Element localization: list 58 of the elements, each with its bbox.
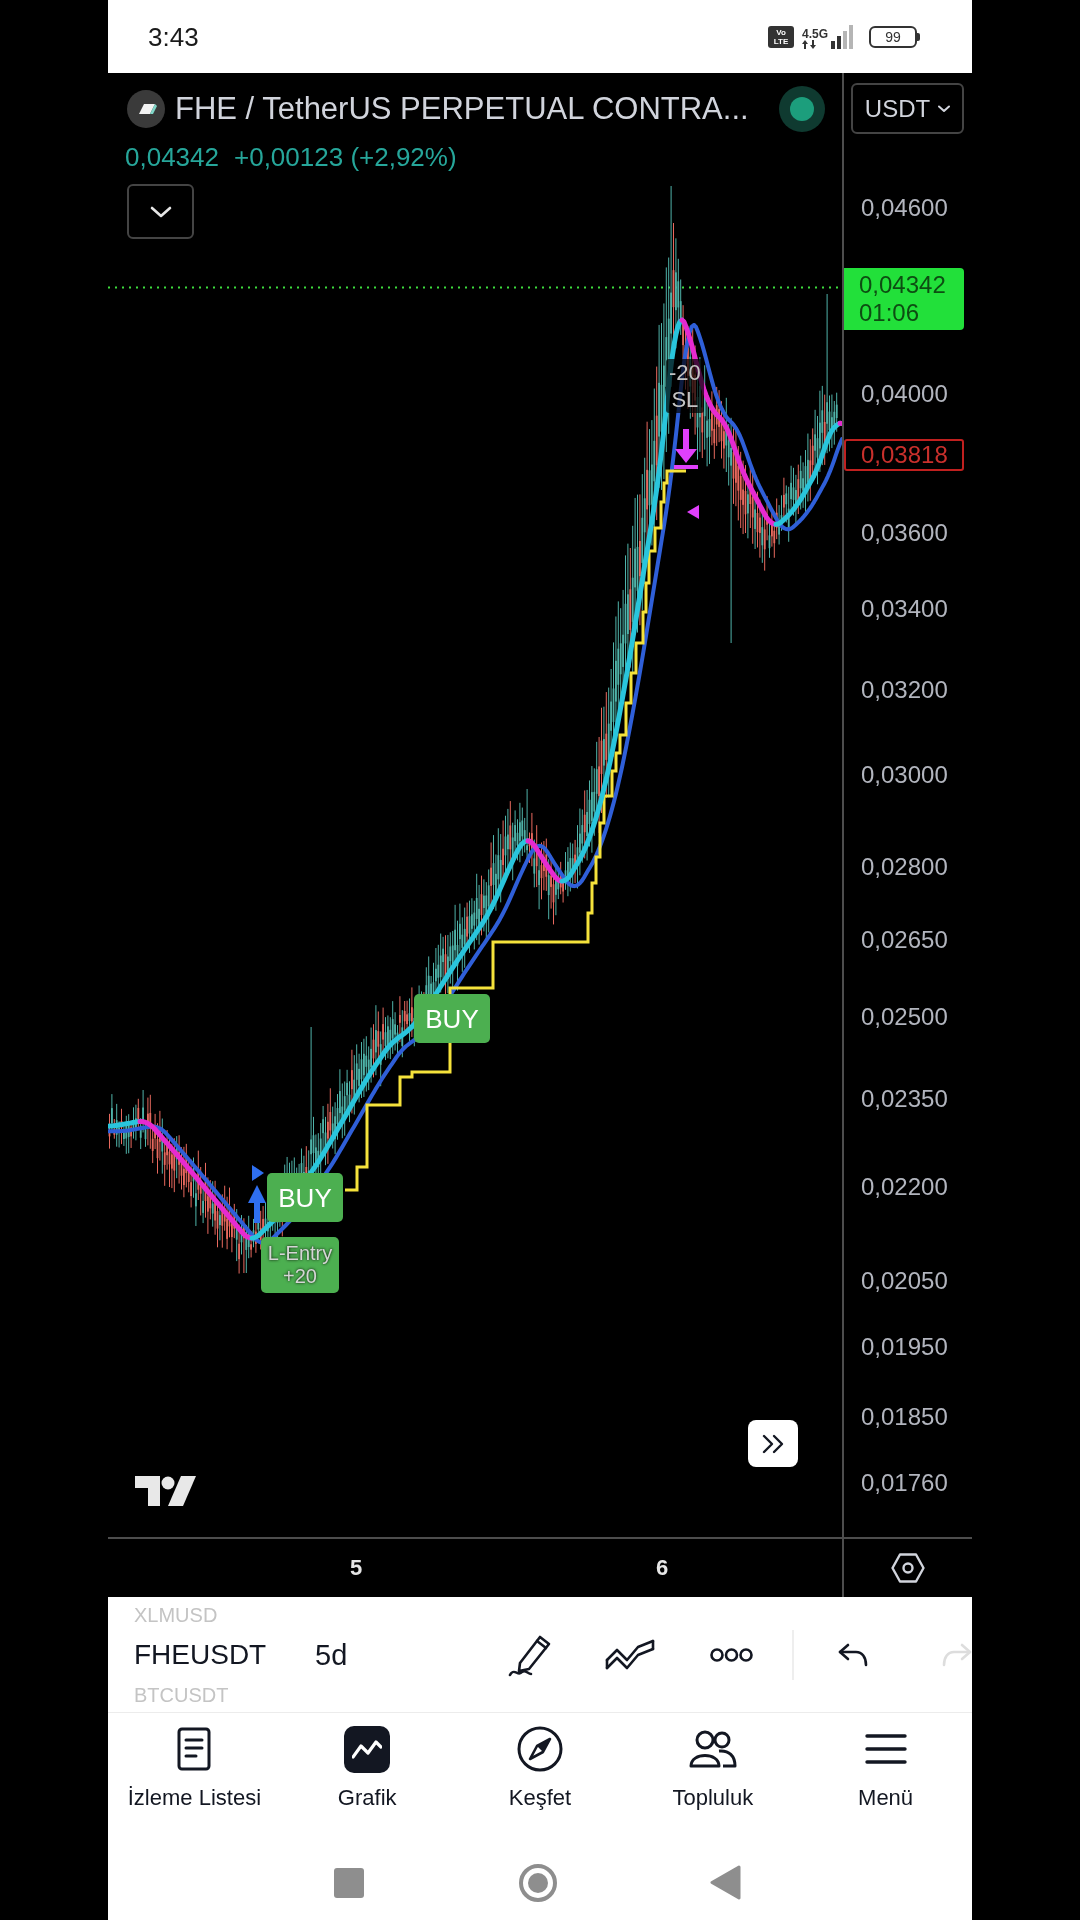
time-tick: 5 (349, 1555, 363, 1581)
nav-tab[interactable]: Topluluk (626, 1713, 800, 1845)
price-tick: 0,01760 (861, 1469, 948, 1497)
nav-tab[interactable]: Menü (799, 1713, 972, 1845)
nav-tab[interactable]: Grafik (280, 1713, 454, 1845)
network-type: 4.5G (802, 27, 828, 40)
data-arrows-icon (802, 39, 816, 49)
stop-price-tag: 0,03818 (844, 439, 964, 472)
symbol-title[interactable]: FHE / TetherUS PERPETUAL CONTRA... (175, 91, 749, 127)
price-tick: 0,03400 (861, 595, 948, 624)
price-tick: 0,02050 (861, 1266, 948, 1295)
price-tick: 0,03200 (861, 675, 948, 704)
home-icon[interactable] (519, 1863, 557, 1902)
price-tick: 0,02800 (861, 852, 948, 881)
exit-signal-label: -20 SL (666, 359, 704, 413)
recent-apps-icon[interactable] (334, 1867, 364, 1898)
entry-signal-label: L-Entry +20 (261, 1237, 339, 1293)
more-icon[interactable] (710, 1646, 753, 1663)
nav-tab[interactable]: Keşfet (453, 1713, 627, 1845)
last-price-tag: 0,04342 01:06 (844, 267, 964, 330)
buy-signal-label: BUY (414, 994, 490, 1043)
status-dot-icon (779, 86, 825, 132)
up-arrow-icon (248, 1185, 266, 1223)
back-icon[interactable] (710, 1865, 741, 1900)
symbol-option[interactable]: FHEUSDT (134, 1637, 267, 1672)
down-arrow-icon (674, 429, 698, 469)
price-tick: 0,02350 (861, 1085, 948, 1114)
price-change: +0,00123 (+2,92%) (234, 142, 457, 172)
chevron-down-icon (938, 104, 951, 113)
double-chevron-icon (762, 1433, 784, 1454)
token-logo-icon (127, 90, 165, 128)
price-tick: 0,02200 (861, 1172, 948, 1201)
price-tick: 0,03600 (861, 519, 948, 548)
settings-icon[interactable] (891, 1553, 925, 1583)
scroll-to-latest-button[interactable] (748, 1420, 798, 1467)
undo-icon[interactable] (838, 1642, 868, 1667)
logo-icon (135, 1475, 196, 1507)
nav-tab[interactable]: İzleme Listesi (108, 1713, 281, 1845)
triangle-marker-icon (252, 1165, 264, 1181)
last-price: 0,04342 (125, 142, 219, 172)
price-tick: 0,02500 (861, 1003, 948, 1032)
price-tick: 0,04000 (861, 379, 948, 408)
wave-icon[interactable] (605, 1638, 655, 1671)
network-badge: Vo LTE (768, 25, 794, 48)
triangle-marker-icon (687, 505, 699, 519)
price-tick: 0,04600 (861, 194, 948, 222)
interval-button[interactable]: 5d (315, 1638, 348, 1671)
chevron-down-icon (149, 205, 172, 218)
battery-indicator: 99 (869, 25, 920, 48)
price-tick: 0,03000 (861, 761, 948, 790)
signal-icon (831, 24, 855, 49)
price-tick: 0,02650 (861, 925, 948, 954)
price-tick: 0,01950 (861, 1333, 948, 1361)
buy-signal-label: BUY (267, 1173, 343, 1222)
status-time: 3:43 (148, 23, 199, 50)
currency-button[interactable]: USDT (851, 83, 964, 134)
time-tick: 6 (655, 1555, 669, 1581)
price-tick: 0,01850 (861, 1402, 948, 1431)
